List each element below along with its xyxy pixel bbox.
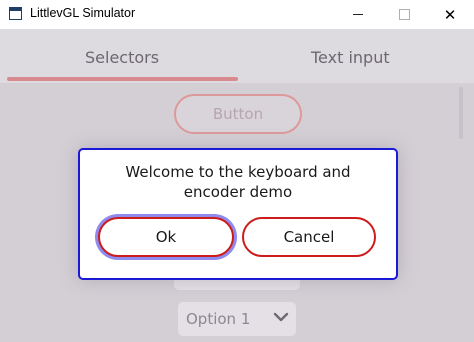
active-tab-indicator <box>7 77 238 81</box>
tab-text-input[interactable]: Text input <box>311 48 390 67</box>
maximize-icon[interactable] <box>381 0 427 29</box>
minimize-icon[interactable] <box>335 0 381 29</box>
window-title: LittlevGL Simulator <box>30 6 136 20</box>
dialog-message-line-2: encoder demo <box>183 183 293 201</box>
chevron-down-icon <box>273 312 289 322</box>
tab-selectors[interactable]: Selectors <box>85 48 159 67</box>
welcome-dialog: Welcome to the keyboard and encoder demo… <box>78 148 398 280</box>
app-window-icon <box>9 7 22 20</box>
option-dropdown[interactable]: Option 1 <box>178 302 296 336</box>
dialog-message: Welcome to the keyboard and encoder demo <box>80 162 396 202</box>
dropdown-selected-value: Option 1 <box>186 310 251 328</box>
app-area: Selectors Text input Button +00000 Optio… <box>0 29 474 342</box>
tab-bar: Selectors Text input <box>0 29 474 83</box>
ok-button[interactable]: Ok <box>98 217 234 257</box>
close-icon[interactable]: ✕ <box>427 0 473 29</box>
scrollbar[interactable] <box>459 87 463 139</box>
dialog-message-line-1: Welcome to the keyboard and <box>125 163 351 181</box>
cancel-button[interactable]: Cancel <box>242 217 376 257</box>
background-button[interactable]: Button <box>174 94 302 134</box>
window-titlebar[interactable]: LittlevGL Simulator ✕ <box>0 0 474 29</box>
